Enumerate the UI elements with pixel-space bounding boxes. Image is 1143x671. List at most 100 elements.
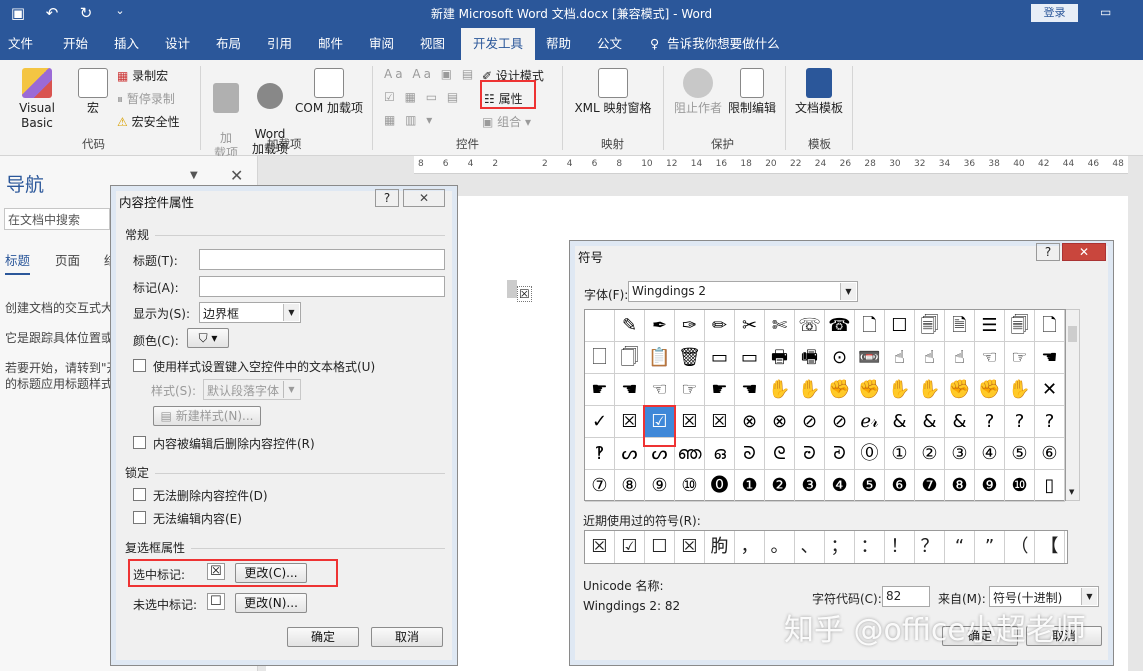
symbol-cell[interactable]: ☛ <box>585 374 615 406</box>
symbol-cell[interactable]: ✎ <box>615 310 645 342</box>
symbol-cell[interactable]: & <box>885 406 915 438</box>
close-icon[interactable]: ✕ <box>1062 243 1106 261</box>
ribbon-display-icon[interactable]: ▭ <box>1100 5 1120 19</box>
char-code-input[interactable]: 82 <box>882 586 930 607</box>
symbol-cell[interactable]: ☛ <box>705 374 735 406</box>
title-input[interactable] <box>199 249 445 270</box>
recent-symbols-row[interactable]: ☒ ☑ ☐ ☒ 朐，。、；：！？ “” （【 <box>584 530 1068 564</box>
symbol-cell[interactable]: 🗐 <box>915 310 945 342</box>
macro-security-button[interactable]: ⚠ 宏安全性 <box>117 113 180 130</box>
symbol-cell[interactable]: 🗎 <box>945 310 975 342</box>
recent-symbol-cell[interactable]: 。 <box>765 531 795 563</box>
record-macro-button[interactable]: ▦ 录制宏 <box>117 67 168 84</box>
symbol-cell[interactable]: 🗍 <box>615 342 645 374</box>
symbol-cell[interactable]: ✋ <box>765 374 795 406</box>
symbol-cell[interactable]: ④ <box>975 438 1005 470</box>
recent-symbol-cell[interactable]: ☐ <box>645 531 675 563</box>
recent-symbol-cell[interactable]: ： <box>855 531 885 563</box>
recent-symbol-cell[interactable]: ☒ <box>585 531 615 563</box>
symbol-cell[interactable]: ᘓ <box>765 438 795 470</box>
symbol-cell[interactable]: ❸ <box>795 470 825 502</box>
symbol-cell[interactable]: ☝ <box>915 342 945 374</box>
symbol-cell[interactable]: 🗋 <box>855 310 885 342</box>
symbol-cell[interactable]: ⊘ <box>825 406 855 438</box>
tab-view[interactable]: 视图 <box>412 28 453 60</box>
symbol-cell[interactable]: ✊ <box>825 374 855 406</box>
symbol-cell[interactable]: ☝ <box>945 342 975 374</box>
symbol-cell[interactable] <box>585 310 615 342</box>
symbol-grid-scrollbar[interactable]: ▼ <box>1066 309 1080 501</box>
scroll-down-icon[interactable]: ▼ <box>1069 488 1074 496</box>
ok-button[interactable]: 确定 <box>287 627 359 647</box>
xml-mapping-pane-button[interactable]: XML 映射窗格 <box>568 68 658 116</box>
symbol-cell[interactable]: ✋ <box>915 374 945 406</box>
symbol-cell[interactable]: ᘐ <box>735 438 765 470</box>
symbol-cell[interactable]: ᘒ <box>795 438 825 470</box>
symbol-cell[interactable]: ▭ <box>735 342 765 374</box>
symbol-cell[interactable]: ❺ <box>855 470 885 502</box>
symbol-cell[interactable]: ✂ <box>735 310 765 342</box>
nav-options-icon[interactable]: ▼ <box>190 170 198 181</box>
nav-tab-pages[interactable]: 页面 <box>55 250 80 269</box>
horizontal-ruler[interactable]: 8 6 4 2 2 4 6 8 10 12 14 16 18 20 22 24 26 28 30 32 34 36 38 40… <box>414 156 1128 174</box>
symbol-cell[interactable]: ⑩ <box>675 470 705 502</box>
login-button[interactable]: 登录 <box>1031 4 1078 22</box>
symbol-cell[interactable]: ⊗ <box>765 406 795 438</box>
symbol-cell[interactable]: ✏ <box>705 310 735 342</box>
symbol-cell[interactable]: ഞ <box>675 438 705 470</box>
symbol-cell[interactable]: ▭ <box>705 342 735 374</box>
symbol-cell[interactable]: ☜ <box>975 342 1005 374</box>
recent-symbol-cell[interactable]: 朐 <box>705 531 735 563</box>
scrollbar-thumb[interactable] <box>1068 326 1077 342</box>
symbol-cell[interactable]: ③ <box>945 438 975 470</box>
help-button[interactable]: ? <box>375 189 399 207</box>
color-picker-button[interactable]: ⛉ ▾ <box>187 328 229 348</box>
tab-mailings[interactable]: 邮件 <box>310 28 351 60</box>
recent-symbol-cell[interactable]: 【 <box>1035 531 1065 563</box>
symbol-cell[interactable]: ℯ𝓇 <box>855 406 885 438</box>
content-control-checkbox[interactable]: ☒ <box>507 280 541 302</box>
tab-official-doc[interactable]: 公文 <box>589 28 630 60</box>
symbol-cell[interactable]: ✄ <box>765 310 795 342</box>
symbol-cell[interactable]: 📋 <box>645 342 675 374</box>
tell-me-box[interactable]: ♀ 告诉我你想要做什么 <box>650 28 780 60</box>
help-button[interactable]: ? <box>1036 243 1060 261</box>
symbol-cell[interactable]: ⑨ <box>645 470 675 502</box>
symbol-cell[interactable]: ✋ <box>795 374 825 406</box>
recent-symbol-cell[interactable]: ☒ <box>675 531 705 563</box>
nav-tab-headings[interactable]: 标题 <box>5 250 31 275</box>
use-style-checkbox[interactable] <box>133 359 146 372</box>
tab-developer[interactable]: 开发工具 <box>461 28 536 60</box>
symbol-cell[interactable]: ✋ <box>885 374 915 406</box>
symbol-cell[interactable]: ⑤ <box>1005 438 1035 470</box>
recent-symbol-cell[interactable]: ， <box>735 531 765 563</box>
symbol-cell[interactable]: ⑧ <box>615 470 645 502</box>
symbol-cell[interactable]: ❷ <box>765 470 795 502</box>
recent-symbol-cell[interactable]: ！ <box>885 531 915 563</box>
symbol-cell[interactable]: ✒ <box>645 310 675 342</box>
symbol-cell[interactable]: & <box>915 406 945 438</box>
symbol-cell[interactable]: ⊗ <box>735 406 765 438</box>
symbol-cell[interactable]: ? <box>1005 406 1035 438</box>
content-control-handle[interactable] <box>507 280 517 298</box>
symbol-cell[interactable]: 🗌 <box>585 342 615 374</box>
cancel-button[interactable]: 取消 <box>371 627 443 647</box>
symbol-cell[interactable]: ☝ <box>885 342 915 374</box>
symbol-cell[interactable]: ⓿ <box>705 470 735 502</box>
tab-insert[interactable]: 插入 <box>106 28 147 60</box>
symbol-cell[interactable]: 🗋 <box>1035 310 1065 342</box>
symbol-cell[interactable]: ⊘ <box>795 406 825 438</box>
tab-review[interactable]: 审阅 <box>361 28 402 60</box>
symbol-cell[interactable]: 🖷 <box>795 342 825 374</box>
symbol-cell[interactable]: ✑ <box>675 310 705 342</box>
macros-button[interactable]: 宏 <box>76 68 110 116</box>
symbol-cell[interactable]: ? <box>1035 406 1065 438</box>
tab-references[interactable]: 引用 <box>259 28 300 60</box>
recent-symbol-cell[interactable]: ” <box>975 531 1005 563</box>
symbol-cell[interactable]: ? <box>975 406 1005 438</box>
symbol-cell[interactable]: ❶ <box>735 470 765 502</box>
symbol-cell[interactable]: ① <box>885 438 915 470</box>
restrict-editing-button[interactable]: 限制编辑 <box>724 68 780 116</box>
close-icon[interactable]: ✕ <box>230 166 243 185</box>
symbol-cell[interactable]: ❻ <box>885 470 915 502</box>
